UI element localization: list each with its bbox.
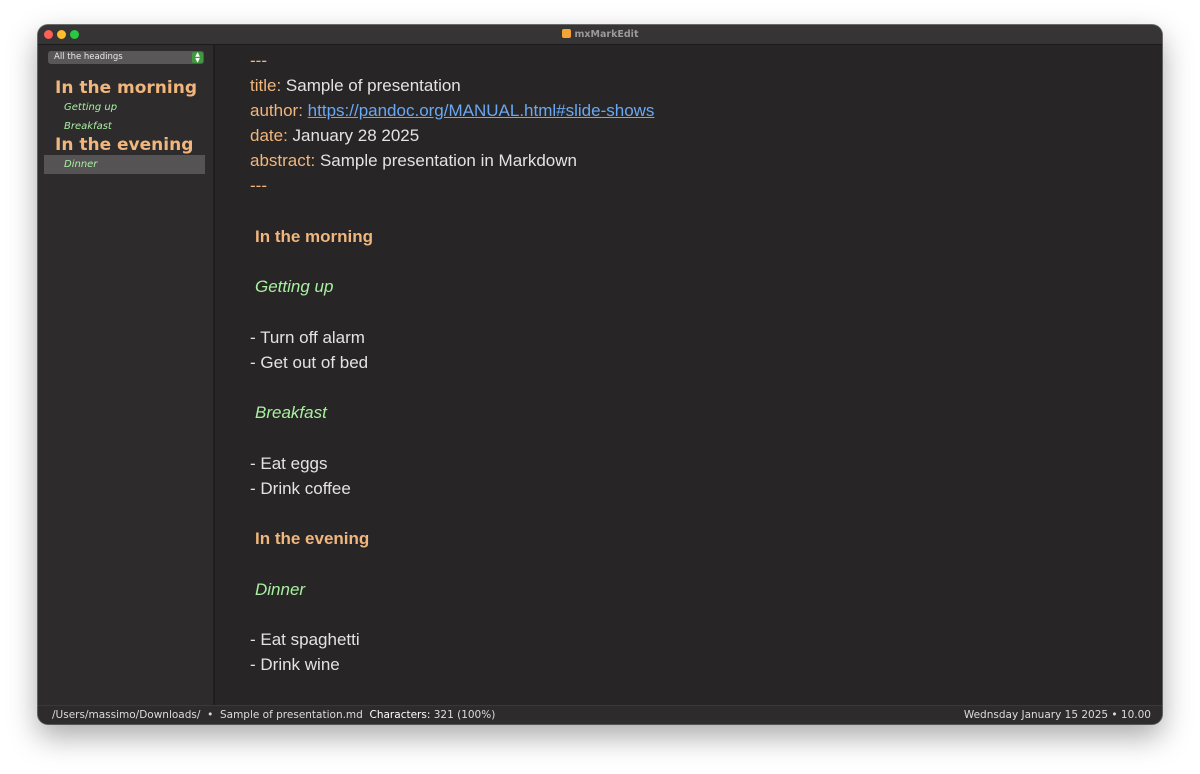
markdown-editor[interactable]: --- title: Sample of presentation author… — [215, 45, 1162, 705]
front-matter-title: title: Sample of presentation — [250, 76, 461, 95]
status-bar: /Users/massimo/Downloads/ • Sample of pr… — [38, 705, 1162, 724]
list-item: - Drink coffee — [250, 479, 351, 498]
heading-dinner: Dinner — [255, 580, 306, 599]
window-title: mxMarkEdit — [38, 28, 1162, 41]
front-matter-start: --- — [250, 51, 267, 70]
sidebar-item-in-the-evening[interactable]: In the evening — [44, 136, 205, 155]
front-matter-end: --- — [250, 176, 267, 195]
headings-filter-dropdown[interactable]: All the headings ▲ ▼ — [48, 51, 204, 64]
sidebar-item-breakfast[interactable]: Breakfast — [44, 117, 205, 136]
sidebar-item-dinner[interactable]: Dinner — [44, 155, 205, 174]
app-icon — [561, 29, 571, 38]
status-characters-value: 321 (100%) — [433, 709, 496, 721]
front-matter-abstract: abstract: Sample presentation in Markdow… — [250, 151, 577, 170]
heading-in-the-morning: In the morning — [255, 227, 374, 246]
app-window: mxMarkEdit All the headings ▲ ▼ In the mo… — [38, 25, 1162, 724]
sidebar-item-in-the-morning[interactable]: In the morning — [44, 79, 205, 98]
status-path: /Users/massimo/Downloads/ — [52, 709, 201, 721]
heading-in-the-evening: In the evening — [255, 529, 370, 548]
heading-breakfast: Breakfast — [255, 403, 327, 422]
window-title-text: mxMarkEdit — [574, 29, 639, 40]
front-matter-date: date: January 28 2025 — [250, 126, 420, 145]
sidebar-item-getting-up[interactable]: Getting up — [44, 98, 205, 117]
list-item: - Turn off alarm — [250, 328, 365, 347]
list-item: - Drink wine — [250, 655, 340, 674]
list-item: - Eat eggs — [250, 454, 328, 473]
headings-filter-label: All the headings — [54, 52, 123, 62]
list-item: - Eat spaghetti — [250, 630, 360, 649]
status-datetime: Wednsday January 15 2025 • 10.00 — [963, 709, 1151, 721]
list-item: - Get out of bed — [250, 353, 369, 372]
status-filename: Sample of presentation.md — [219, 709, 363, 721]
status-separator: • — [207, 709, 214, 721]
status-characters-label: Characters: — [369, 709, 431, 721]
front-matter-author: author: https://pandoc.org/MANUAL.html#s… — [250, 101, 655, 120]
heading-getting-up: Getting up — [255, 277, 334, 296]
status-left: /Users/massimo/Downloads/ • Sample of pr… — [52, 706, 495, 724]
dropdown-arrows-icon: ▲ ▼ — [192, 52, 203, 63]
sidebar-outline: All the headings ▲ ▼ In the morning Getti… — [38, 45, 213, 705]
title-bar: mxMarkEdit — [38, 25, 1162, 45]
author-link[interactable]: https://pandoc.org/MANUAL.html#slide-sho… — [308, 101, 655, 120]
